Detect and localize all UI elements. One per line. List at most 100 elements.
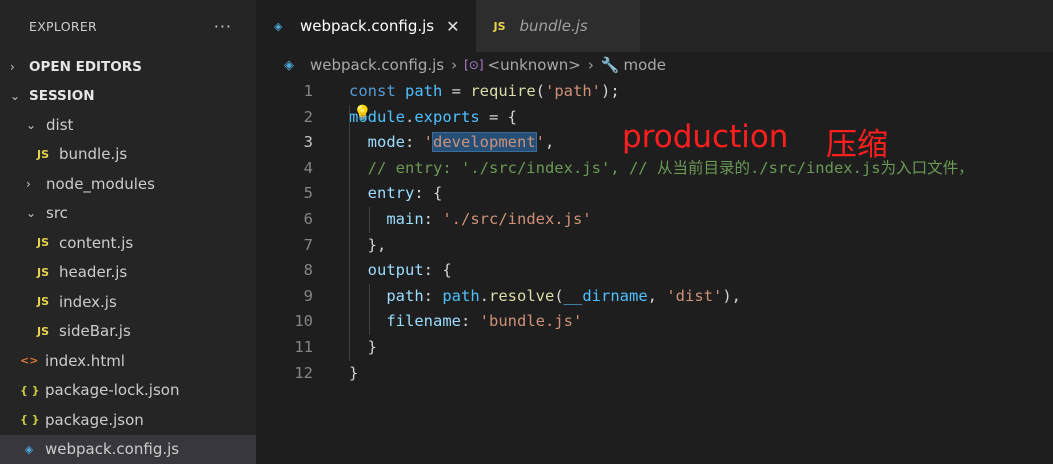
code-line[interactable]: 6 main: './src/index.js' xyxy=(256,207,1053,233)
code-token: : xyxy=(424,210,443,228)
line-number: 3 xyxy=(256,130,313,156)
code-line[interactable]: 8 output: { xyxy=(256,258,1053,284)
js-file-icon: JS xyxy=(34,266,52,279)
explorer-sidebar: EXPLORER ··· › OPEN EDITORS ⌄ SESSION ⌄d… xyxy=(0,0,256,461)
code-text: } xyxy=(349,361,358,387)
line-number: 5 xyxy=(256,181,313,207)
explorer-header: EXPLORER ··· xyxy=(0,0,256,52)
tree-item[interactable]: ›node_modules xyxy=(0,169,256,199)
code-token: ( xyxy=(554,287,563,305)
tree-item-label: index.js xyxy=(59,293,117,311)
code-token xyxy=(349,261,368,279)
code-line[interactable]: 5 entry: { xyxy=(256,181,1053,207)
breadcrumb-separator: › xyxy=(588,56,594,74)
code-line[interactable]: 11 } xyxy=(256,335,1053,361)
tree-item-label: header.js xyxy=(59,263,127,281)
open-editors-section[interactable]: › OPEN EDITORS xyxy=(0,52,256,81)
code-token: main xyxy=(386,210,423,228)
code-token xyxy=(349,133,368,151)
code-text: entry: { xyxy=(349,181,442,207)
tree-item-label: dist xyxy=(46,116,73,134)
json-file-icon: { } xyxy=(20,384,38,397)
js-file-icon: JS xyxy=(34,236,52,249)
code-token xyxy=(349,312,386,330)
code-token: }, xyxy=(349,236,386,254)
line-number: 6 xyxy=(256,207,313,233)
code-token: output xyxy=(368,261,424,279)
more-actions-icon[interactable]: ··· xyxy=(214,17,232,36)
code-token: : { xyxy=(424,261,452,279)
tree-item[interactable]: { }package-lock.json xyxy=(0,376,256,406)
tree-item[interactable]: { } package.json xyxy=(0,405,256,435)
tab-bundle-js[interactable]: JS bundle.js xyxy=(476,0,640,52)
breadcrumb-separator: › xyxy=(451,56,457,74)
code-token: path xyxy=(442,287,479,305)
chevron-right-icon: › xyxy=(26,177,40,191)
code-token: entry xyxy=(368,184,415,202)
code-token: } xyxy=(349,338,377,356)
symbol-variable-icon: [⊙] xyxy=(464,58,483,72)
session-section[interactable]: ⌄ SESSION xyxy=(0,81,256,110)
tree-item-label: package.json xyxy=(45,411,144,429)
code-token: = xyxy=(442,82,470,100)
line-number: 9 xyxy=(256,284,313,310)
code-token: } xyxy=(349,364,358,382)
code-token: , xyxy=(648,287,667,305)
tree-item[interactable]: ◈webpack.config.js xyxy=(0,435,256,464)
tab-webpack-config[interactable]: ◈ webpack.config.js ✕ xyxy=(256,0,476,52)
breadcrumb-symbol-mode[interactable]: mode xyxy=(624,56,667,74)
tree-item-label: bundle.js xyxy=(59,145,127,163)
code-line[interactable]: 7 }, xyxy=(256,233,1053,259)
code-line[interactable]: 1 const path = require('path'); xyxy=(256,79,1053,105)
json-file-icon: { } xyxy=(20,413,38,426)
code-text: mode: 'development', xyxy=(349,130,554,156)
line-number: 1 xyxy=(256,79,313,105)
tree-item[interactable]: JS bundle.js xyxy=(0,140,256,170)
explorer-title: EXPLORER xyxy=(29,19,97,34)
chevron-right-icon: › xyxy=(10,60,22,74)
code-token: 'bundle.js' xyxy=(480,312,583,330)
code-line[interactable]: 10 filename: 'bundle.js' xyxy=(256,309,1053,335)
tree-item-label: sideBar.js xyxy=(59,322,131,340)
code-token: . xyxy=(405,108,414,126)
webpack-icon: ◈ xyxy=(284,58,302,73)
tree-item[interactable]: JS index.js xyxy=(0,287,256,317)
code-token: ( xyxy=(536,82,545,100)
annotation-production: production xyxy=(622,119,788,155)
tree-item[interactable]: JS content.js xyxy=(0,228,256,258)
tree-item[interactable]: JSsideBar.js xyxy=(0,317,256,347)
code-token xyxy=(349,159,368,177)
lightbulb-icon[interactable]: 💡 xyxy=(353,104,372,122)
code-token: 'path' xyxy=(545,82,601,100)
code-text: }, xyxy=(349,233,386,259)
chevron-down-icon: ⌄ xyxy=(26,206,40,220)
tree-item[interactable]: JS header.js xyxy=(0,258,256,288)
html-file-icon: <> xyxy=(20,354,38,367)
code-text: const path = require('path'); xyxy=(349,79,620,105)
code-token: : xyxy=(405,133,424,151)
line-number: 10 xyxy=(256,309,313,335)
breadcrumb-symbol-unknown[interactable]: <unknown> xyxy=(488,56,581,74)
line-number: 4 xyxy=(256,156,313,182)
close-icon[interactable]: ✕ xyxy=(446,17,459,36)
breadcrumb-file[interactable]: webpack.config.js xyxy=(310,56,444,74)
webpack-icon: ◈ xyxy=(274,20,292,33)
breadcrumb: ◈ webpack.config.js › [⊙] <unknown> › 🔧 … xyxy=(256,52,1053,78)
file-tree: ⌄distJSbundle.js›node_modules⌄srcJSconte… xyxy=(0,110,256,464)
tree-item[interactable]: ⌄src xyxy=(0,199,256,229)
js-file-icon: JS xyxy=(34,295,52,308)
tree-item[interactable]: <> index.html xyxy=(0,346,256,376)
tree-item[interactable]: ⌄dist xyxy=(0,110,256,140)
code-text: path: path.resolve(__dirname, 'dist'), xyxy=(349,284,741,310)
tree-item-label: content.js xyxy=(59,234,133,252)
indent-guide xyxy=(369,284,370,335)
js-file-icon: JS xyxy=(34,148,52,161)
code-token: , xyxy=(545,133,554,151)
code-token: path xyxy=(386,287,423,305)
code-line[interactable]: 4 // entry: './src/index.js', // 从当前目录的.… xyxy=(256,156,1053,182)
code-token: : { xyxy=(414,184,442,202)
tree-item-label: index.html xyxy=(45,352,125,370)
open-editors-label: OPEN EDITORS xyxy=(29,59,142,75)
code-line[interactable]: 9 path: path.resolve(__dirname, 'dist'), xyxy=(256,284,1053,310)
code-line[interactable]: 12} xyxy=(256,361,1053,387)
